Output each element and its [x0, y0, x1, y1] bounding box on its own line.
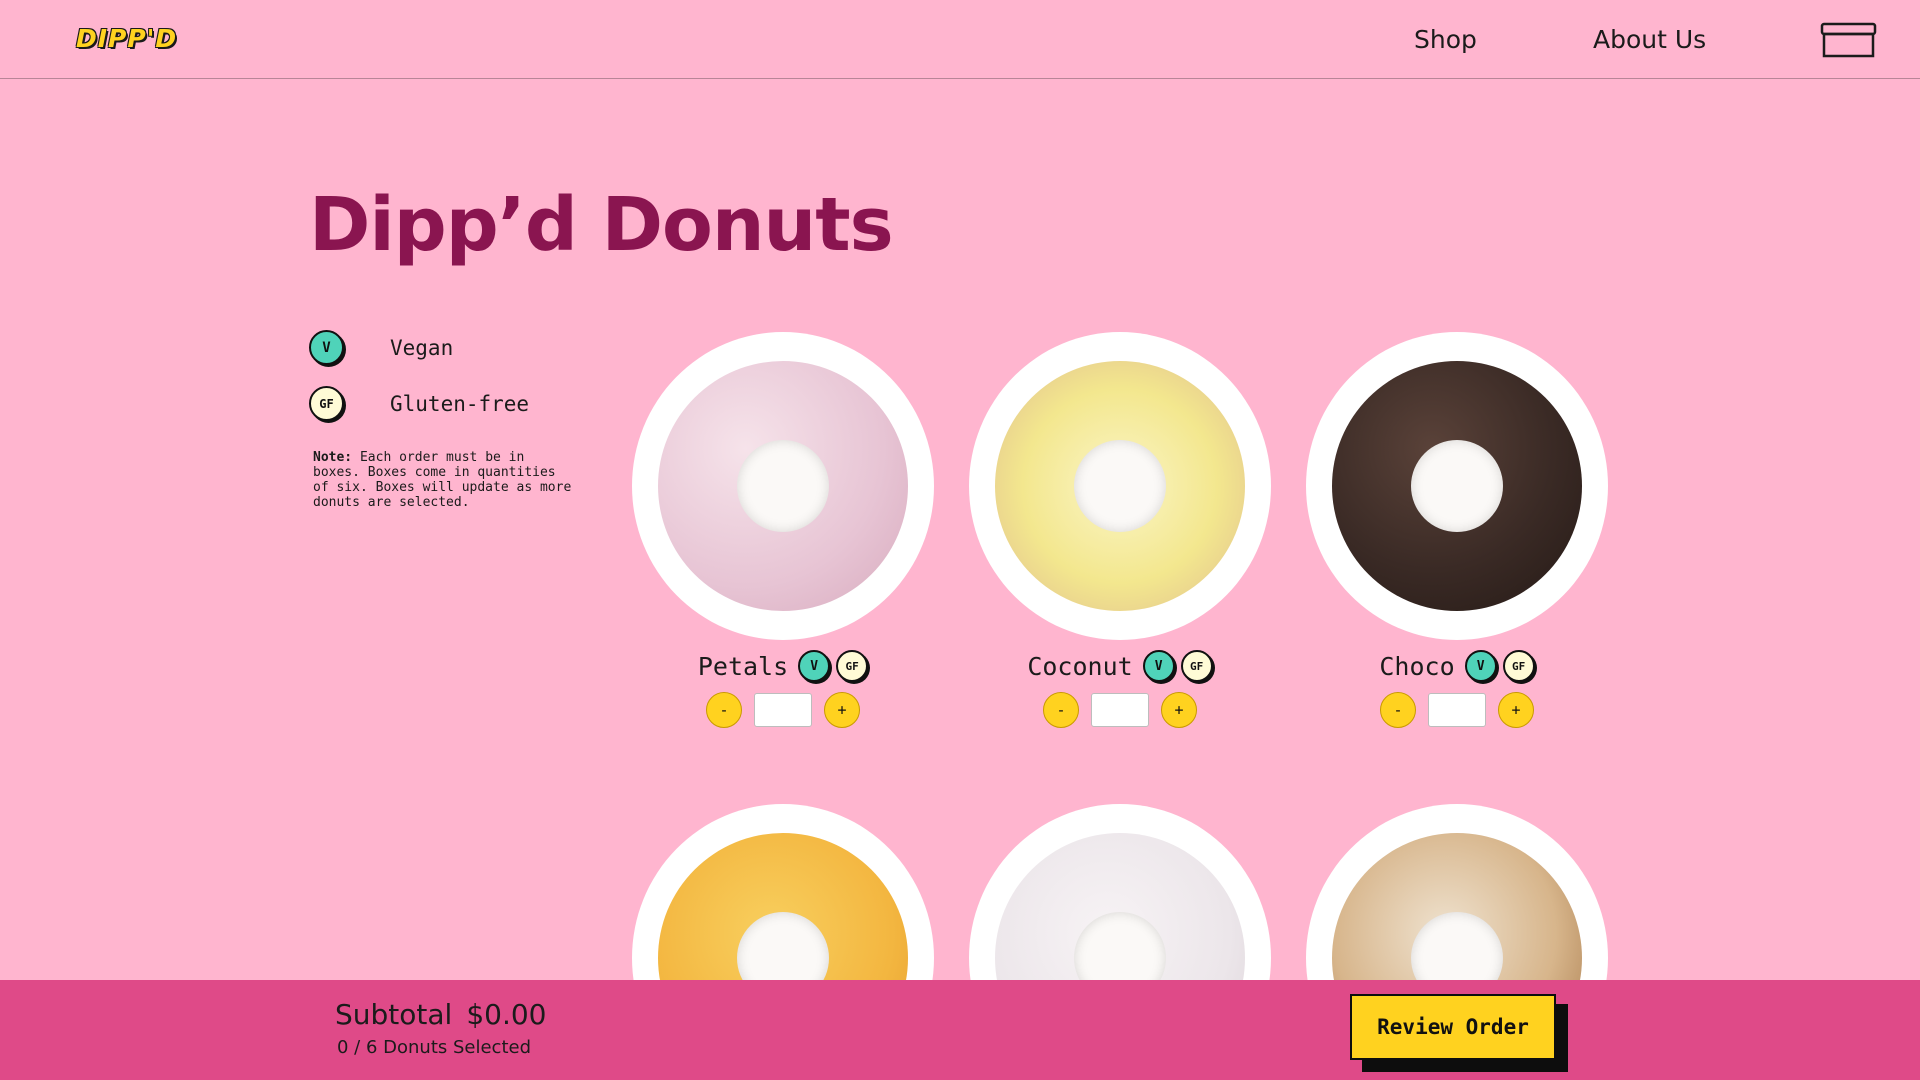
legend-vegan: V Vegan [309, 330, 453, 365]
product-name-row: Choco V GF [1306, 650, 1608, 682]
product-image[interactable] [1306, 332, 1608, 640]
increase-qty-button[interactable]: + [824, 692, 860, 728]
quantity-stepper: - + [632, 692, 934, 728]
gluten-free-badge-icon: GF [1180, 650, 1213, 682]
vegan-badge-icon: V [309, 330, 344, 365]
nav-shop-link[interactable]: Shop [1414, 25, 1477, 54]
product-image[interactable] [969, 332, 1271, 640]
order-summary-bar: Subtotal $0.00 0 / 6 Donuts Selected Rev… [0, 980, 1920, 1080]
page-title: Dipp’d Donuts [309, 182, 894, 268]
donut-hole [1074, 440, 1166, 532]
donut-image [995, 361, 1245, 611]
product-card-petals: Petals V GF - + [632, 332, 934, 728]
note-prefix: Note: [313, 450, 353, 465]
quantity-input[interactable] [1091, 693, 1149, 727]
decrease-qty-button[interactable]: - [1043, 692, 1079, 728]
decrease-qty-button[interactable]: - [1380, 692, 1416, 728]
logo[interactable]: DIPP'D [76, 24, 177, 53]
decrease-qty-button[interactable]: - [706, 692, 742, 728]
gluten-free-badge-icon: GF [309, 386, 344, 421]
legend-gluten-free-label: Gluten-free [390, 391, 530, 416]
gluten-free-badge-icon: GF [836, 650, 869, 682]
subtotal-value: $0.00 [466, 998, 547, 1031]
product-name-row: Coconut V GF [969, 650, 1271, 682]
product-name: Coconut [1027, 651, 1133, 681]
donut-count: 0 / 6 Donuts Selected [337, 1037, 532, 1058]
increase-qty-button[interactable]: + [1161, 692, 1197, 728]
legend-vegan-label: Vegan [390, 335, 454, 360]
cart-box-icon[interactable] [1820, 22, 1877, 58]
quantity-input[interactable] [754, 693, 812, 727]
donut-hole [1411, 440, 1503, 532]
gluten-free-badge-icon: GF [1502, 650, 1535, 682]
donut-image [658, 361, 908, 611]
site-header: DIPP'D Shop About Us [0, 0, 1920, 79]
note-text: Each order must be in boxes. Boxes come … [313, 450, 572, 510]
legend-gluten-free: GF Gluten-free [309, 386, 529, 421]
product-name-row: Petals V GF [632, 650, 934, 682]
donut-hole [737, 440, 829, 532]
vegan-badge-icon: V [1464, 650, 1497, 682]
quantity-input[interactable] [1428, 693, 1486, 727]
donut-image [1332, 361, 1582, 611]
quantity-stepper: - + [969, 692, 1271, 728]
product-card-choco: Choco V GF - + [1306, 332, 1608, 728]
increase-qty-button[interactable]: + [1498, 692, 1534, 728]
product-name: Choco [1379, 651, 1455, 681]
order-note: Note: Each order must be in boxes. Boxes… [313, 450, 573, 510]
review-order-button[interactable]: Review Order [1350, 994, 1556, 1060]
product-card-coconut: Coconut V GF - + [969, 332, 1271, 728]
product-image[interactable] [632, 332, 934, 640]
subtotal-label: Subtotal [335, 998, 453, 1031]
subtotal: Subtotal $0.00 [335, 998, 547, 1031]
vegan-badge-icon: V [798, 650, 831, 682]
quantity-stepper: - + [1306, 692, 1608, 728]
product-name: Petals [697, 651, 789, 681]
nav-about-link[interactable]: About Us [1593, 25, 1706, 54]
vegan-badge-icon: V [1142, 650, 1175, 682]
